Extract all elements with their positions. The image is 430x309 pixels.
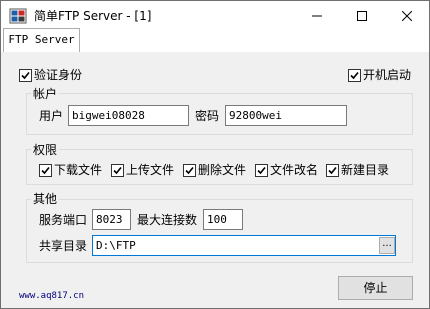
permission-label: 下载文件 [54, 163, 103, 177]
password-input[interactable]: 92800wei [225, 105, 347, 126]
close-icon [401, 11, 412, 21]
browse-button[interactable]: ... [379, 237, 395, 254]
window-title: 简单FTP Server - [1] [34, 9, 152, 23]
website-link[interactable]: www.aq817.cn [19, 290, 84, 302]
checkbox-box[interactable] [348, 68, 361, 82]
verify-identity-label: 验证身份 [34, 68, 83, 82]
app-icon [9, 8, 27, 24]
permission-delete-checkbox[interactable]: 删除文件 [183, 163, 246, 177]
close-button[interactable] [384, 1, 429, 31]
checkmark-icon [328, 166, 337, 174]
permissions-group-title: 权限 [31, 143, 60, 157]
checkmark-icon [21, 71, 30, 79]
checkmark-icon [113, 166, 122, 174]
main-window: 简单FTP Server - [1] FTP Server 验证身份 开机启动 … [0, 0, 430, 309]
autostart-checkbox[interactable]: 开机启动 [348, 68, 411, 82]
checkmark-icon [41, 166, 50, 174]
account-group-title: 帐户 [31, 87, 60, 101]
tab-ftp-server[interactable]: FTP Server [3, 28, 80, 52]
port-label: 服务端口 [39, 213, 88, 227]
permission-label: 删除文件 [198, 163, 247, 177]
maximize-icon [356, 11, 367, 21]
user-input[interactable]: bigwei08028 [68, 105, 189, 126]
verify-identity-checkbox[interactable]: 验证身份 [19, 68, 82, 82]
checkmark-icon [257, 166, 266, 174]
checkmark-icon [185, 166, 194, 174]
permission-mkdir-checkbox[interactable]: 新建目录 [326, 163, 389, 177]
share-directory-input[interactable]: D:\FTP [92, 235, 396, 256]
checkbox-box[interactable] [326, 163, 339, 177]
permission-label: 新建目录 [341, 163, 390, 177]
max-connections-input[interactable]: 100 [203, 209, 243, 230]
minimize-button[interactable] [294, 1, 339, 31]
max-connections-label: 最大连接数 [137, 213, 198, 227]
other-group-title: 其他 [31, 192, 60, 206]
permission-upload-checkbox[interactable]: 上传文件 [111, 163, 174, 177]
checkbox-box[interactable] [39, 163, 52, 177]
password-label: 密码 [195, 109, 220, 123]
minimize-icon [311, 15, 322, 17]
checkbox-box[interactable] [111, 163, 124, 177]
autostart-label: 开机启动 [363, 68, 412, 82]
checkmark-icon [350, 71, 359, 79]
permission-label: 上传文件 [126, 163, 175, 177]
checkbox-box[interactable] [255, 163, 268, 177]
stop-button[interactable]: 停止 [338, 276, 413, 300]
title-bar[interactable]: 简单FTP Server - [1] [1, 1, 429, 31]
checkbox-box[interactable] [183, 163, 196, 177]
user-label: 用户 [39, 109, 64, 123]
checkbox-box[interactable] [19, 68, 32, 82]
permission-download-checkbox[interactable]: 下载文件 [39, 163, 102, 177]
permission-rename-checkbox[interactable]: 文件改名 [255, 163, 318, 177]
permission-label: 文件改名 [270, 163, 319, 177]
share-directory-label: 共享目录 [39, 239, 88, 253]
maximize-button[interactable] [339, 1, 384, 31]
port-input[interactable]: 8023 [92, 209, 131, 230]
